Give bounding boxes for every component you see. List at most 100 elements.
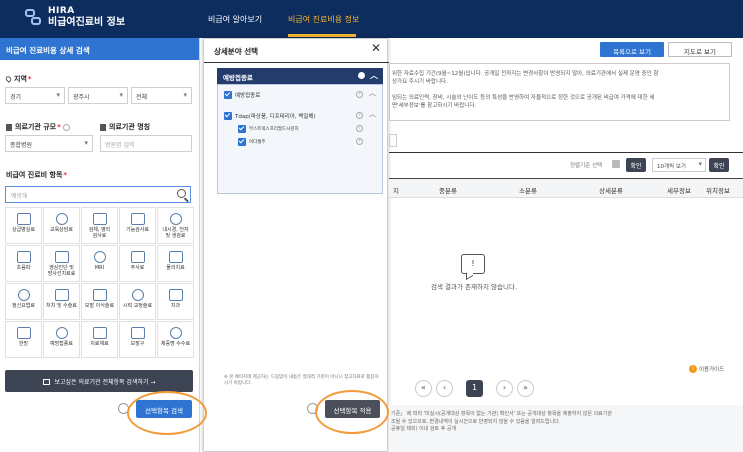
highlight-circle	[315, 390, 389, 434]
category-item[interactable]: 상급병실료	[5, 207, 42, 244]
herbal-icon	[16, 327, 31, 339]
help-question-icon[interactable]	[62, 123, 70, 131]
category-label: 예방접종료	[49, 341, 73, 347]
notice-line: 임되는 의료인력, 장비, 시술의 난이도 등의 특성을 반영하여 자율적으로 …	[392, 95, 655, 101]
category-label: 제증명 수수료	[160, 341, 191, 347]
category-item[interactable]: 물리치료	[157, 245, 194, 282]
pagination-last[interactable]: »	[517, 380, 534, 397]
consult-icon	[55, 213, 68, 225]
hospital-icon	[100, 123, 106, 131]
category-label: 검체, 병리 검사료	[88, 227, 111, 239]
region-province-select[interactable]: 경기	[5, 87, 65, 104]
item-search-input[interactable]: 예방해	[5, 186, 191, 203]
help-question-icon[interactable]: ?	[356, 138, 363, 145]
brace-icon	[130, 327, 145, 339]
user-guide-link[interactable]: i 이용가이드	[689, 365, 724, 373]
category-item[interactable]: 모발 이식술료	[81, 283, 118, 320]
checkbox-checked-icon[interactable]	[238, 138, 246, 146]
help-question-icon[interactable]: ?	[356, 125, 363, 132]
col-header: 상세분류	[599, 187, 623, 195]
group-checkbox-row[interactable]: 예방접종료	[224, 91, 260, 99]
region-district-select[interactable]: 전체	[131, 87, 192, 104]
category-item[interactable]: 정신요법료	[5, 283, 42, 320]
per-page-confirm-button[interactable]: 확인	[709, 158, 729, 172]
category-label: 내시경, 천자 및 생검료	[162, 227, 189, 239]
category-item[interactable]: 주사료	[119, 245, 156, 282]
modal-category-header[interactable]: 예방접종료 ︿	[217, 68, 383, 84]
pagination-next[interactable]: ›	[496, 380, 513, 397]
pagination-page-1[interactable]: 1	[466, 380, 483, 397]
size-select[interactable]: 종합병원	[5, 135, 93, 152]
category-item[interactable]: 한방	[5, 321, 42, 358]
surgery-icon	[54, 289, 69, 301]
eye-icon	[131, 289, 144, 301]
name-label: 의료기관 명칭	[100, 122, 150, 132]
help-question-icon[interactable]: ?	[356, 91, 363, 98]
notice-line	[392, 86, 725, 94]
category-item[interactable]: 내시경, 천자 및 생검료	[157, 207, 194, 244]
pagination-first[interactable]: «	[415, 380, 432, 397]
subitem-checkbox-row[interactable]: 부스트릭스프리필드시린지	[238, 125, 299, 133]
checkbox-checked-icon[interactable]	[224, 112, 232, 120]
category-label: 치과	[170, 303, 181, 309]
nav-cost-info[interactable]: 비급여 진료비용 정보	[288, 14, 359, 25]
category-item[interactable]: 보장구	[119, 321, 156, 358]
checkbox-checked-icon[interactable]	[224, 91, 232, 99]
close-icon[interactable]: ✕	[371, 41, 381, 55]
footer-line: 조될 수 있으므로, 변경내역이 실시간으로 반영되지 않을 수 있음을 알려드…	[391, 418, 561, 425]
checkbox-checked-icon[interactable]	[238, 125, 246, 133]
notice-line: 위한 자료수집 기간(9월~12월)입니다. 공개일 전까지는 변경사항이 반영…	[392, 71, 659, 77]
category-item[interactable]: 치과	[157, 283, 194, 320]
category-item[interactable]: 영상진단 및 방사선치료료	[43, 245, 80, 282]
sort-select-icon[interactable]	[612, 160, 620, 168]
category-item[interactable]: MRI	[81, 245, 118, 282]
list-view-button[interactable]: 목록으로 보기	[600, 42, 664, 57]
physio-icon	[168, 251, 183, 263]
category-item[interactable]: 기능검사료	[119, 207, 156, 244]
document-icon	[42, 379, 50, 385]
hira-logo-icon	[24, 7, 42, 29]
search-icon[interactable]	[177, 189, 186, 198]
category-item[interactable]: 교육상담료	[43, 207, 80, 244]
category-item[interactable]: 예방접종료	[43, 321, 80, 358]
hair-icon	[92, 289, 107, 301]
help-question-icon[interactable]: ?	[356, 112, 363, 119]
map-view-button[interactable]: 지도로 보기	[668, 42, 732, 57]
pagination-prev[interactable]: ‹	[436, 380, 453, 397]
vaccine-icon	[55, 327, 68, 339]
category-item[interactable]: 제증명 수수료	[157, 321, 194, 358]
item-checkbox-row[interactable]: Tdap(파상풍, 디프테리아, 백일해)	[224, 112, 316, 120]
category-label: 영상진단 및 방사선치료료	[47, 265, 76, 277]
chevron-up-icon[interactable]: ︿	[369, 88, 376, 98]
category-item[interactable]: 치료재료	[81, 321, 118, 358]
items-label: 비급여 진료비 항목 *	[6, 171, 68, 179]
category-tree: 예방접종료 ? ︿ Tdap(파상풍, 디프테리아, 백일해) ? ︿ 부스트릭…	[217, 84, 383, 194]
category-label: 기능검사료	[125, 227, 149, 233]
category-toggle-dot-icon[interactable]	[358, 72, 365, 79]
nav-about-noncovered[interactable]: 비급여 알아보기	[208, 14, 262, 25]
chevron-up-icon[interactable]: ︿	[369, 109, 376, 119]
search-all-items-bar[interactable]: 보고싶은 의료기관 전체항목 검색하기 →	[5, 370, 193, 392]
col-header: 중분류	[439, 187, 457, 195]
sort-label: 정렬기준 선택	[570, 163, 603, 169]
hira-logo[interactable]: HIRA 비급여진료비 정보	[24, 6, 125, 29]
col-header: 세부정보	[667, 187, 691, 195]
category-item[interactable]: 처치 및 수술료	[43, 283, 80, 320]
per-page-select[interactable]: 10개씩 보기	[652, 158, 706, 172]
category-item[interactable]: 초음파	[5, 245, 42, 282]
chevron-up-icon[interactable]: ︿	[370, 70, 378, 81]
category-item[interactable]: 검체, 병리 검사료	[81, 207, 118, 244]
footer-line: 기준」 에 따라 '미실시(공개대상 항목이 없는 기관) 확인서' 또는 공개…	[391, 411, 612, 417]
region-city-select[interactable]: 광주시	[68, 87, 128, 104]
category-label: 보장구	[130, 341, 145, 347]
tooth-icon	[168, 289, 183, 301]
category-label: 치료재료	[90, 341, 109, 347]
sort-confirm-button[interactable]: 확인	[626, 158, 646, 172]
mental-icon	[17, 289, 30, 301]
hospital-name-input[interactable]: 병원명 입력	[100, 135, 192, 152]
subitem-checkbox-row[interactable]: 아다셀주	[238, 138, 266, 146]
category-item[interactable]: 시력 교정술료	[119, 283, 156, 320]
logo-english: HIRA	[48, 6, 75, 16]
mri-icon	[93, 251, 106, 263]
category-label: 상급병실료	[11, 227, 35, 233]
